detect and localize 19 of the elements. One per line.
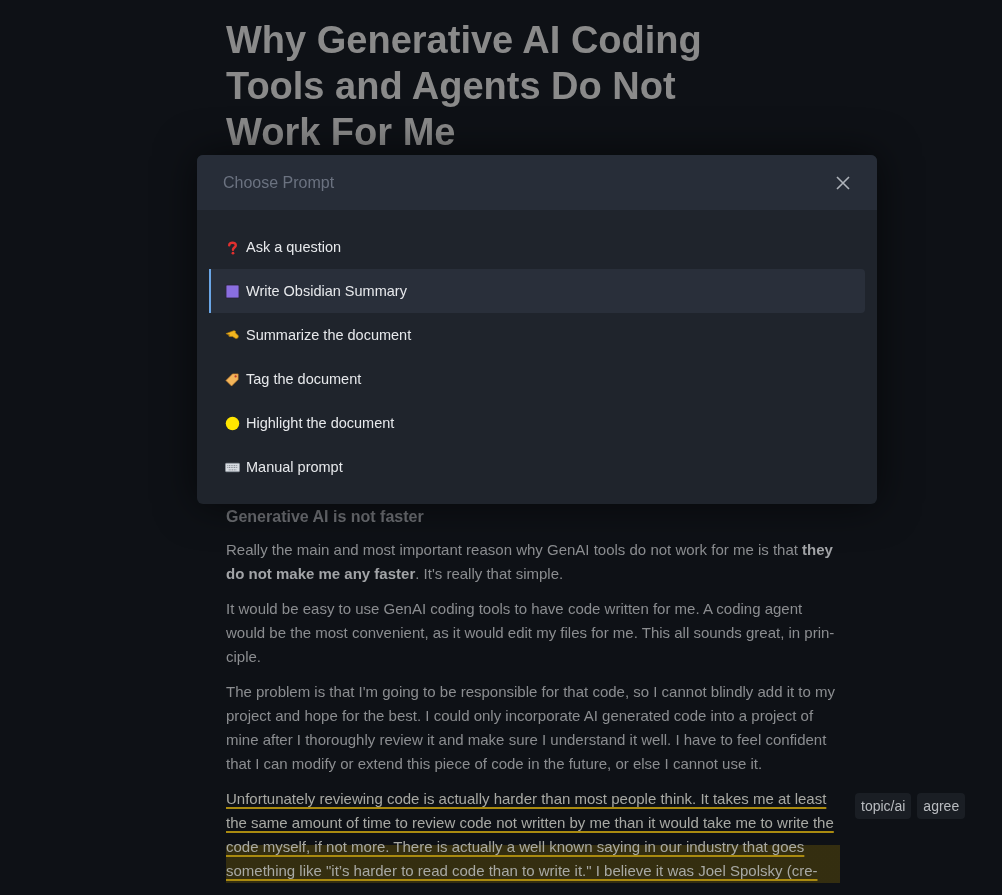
circle-icon bbox=[225, 415, 240, 431]
prompt-option[interactable]: Manual prompt bbox=[209, 445, 865, 489]
dialog-title: Choose Prompt bbox=[223, 173, 335, 192]
square-icon bbox=[225, 283, 240, 299]
question-mark-icon bbox=[225, 239, 240, 255]
close-icon[interactable] bbox=[835, 174, 851, 191]
section-heading: Generative AI is not faster bbox=[226, 507, 425, 527]
prompt-option[interactable]: Summarize the document bbox=[209, 313, 865, 357]
tag-label[interactable]: agree bbox=[917, 793, 966, 819]
paragraph: The problem is that I'm going to be responsible for that code, so I cannot blindly add it to my project and hope for the best. I could only incorporate AI generated code into a project of mine after I thoroughly review it and make sure I understand it well. I have to feel confident that I can modify or extend this piece of code in the future, or else I cannot use it. bbox=[226, 682, 837, 774]
paragraph: Really the main and most important reason why GenAI tools do not work for me is that they do not make me any faster. It's really that simple. bbox=[226, 540, 834, 584]
paragraph: It would be easy to use GenAI coding tools to have code written for me. A coding agent would be the most convenient, as it would edit my files for me. This all sounds great, in prin-ciple. bbox=[226, 599, 836, 667]
prompt-option[interactable]: Highlight the document bbox=[209, 401, 865, 445]
prompt-option[interactable]: Tag the document bbox=[209, 357, 865, 401]
tag-label[interactable]: topic/ai bbox=[855, 793, 912, 819]
tag-icon bbox=[225, 371, 240, 387]
prompt-option[interactable]: Ask a question bbox=[209, 225, 865, 269]
prompt-option[interactable]: Write Obsidian Summary bbox=[209, 269, 865, 313]
article-title: Why Generative AI Coding Tools and Agents Do Not Work For Me bbox=[226, 18, 703, 155]
